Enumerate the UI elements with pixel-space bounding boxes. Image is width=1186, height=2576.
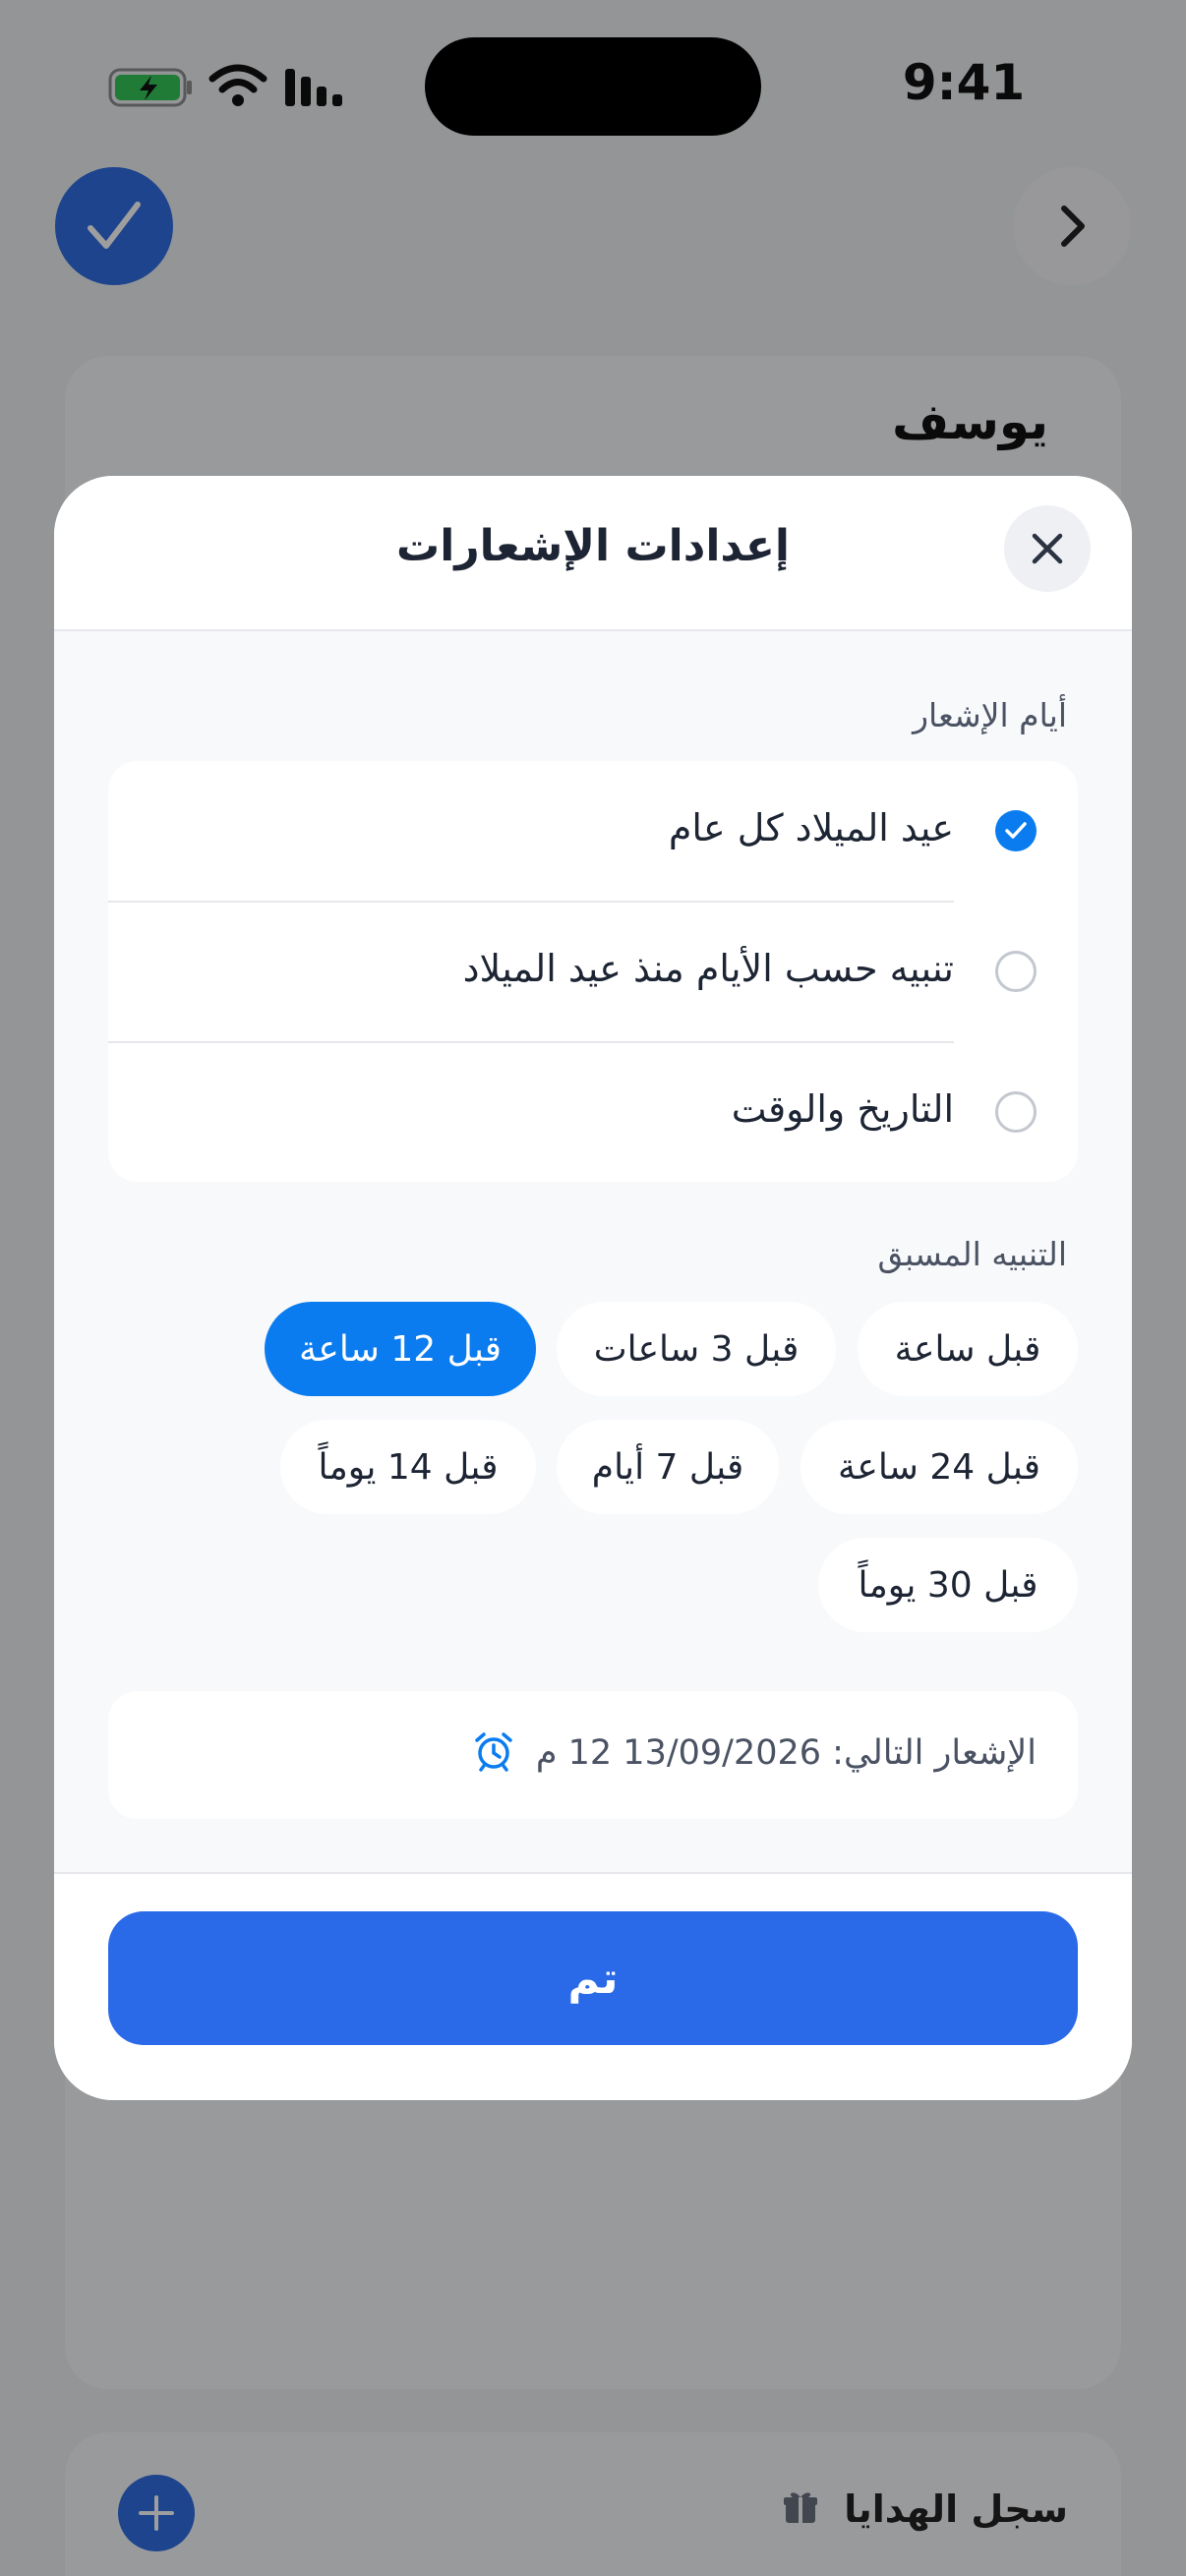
chip-14-days[interactable]: قبل 14 يوماً (280, 1420, 536, 1514)
sheet-footer: تم (54, 1872, 1132, 2100)
close-icon (1032, 533, 1063, 564)
option-date-time[interactable]: التاريخ والوقت (108, 1042, 1078, 1182)
chip-7-days[interactable]: قبل 7 أيام (557, 1420, 779, 1514)
option-days-since-birthday[interactable]: تنبيه حسب الأيام منذ عيد الميلاد (108, 902, 1078, 1041)
radio-unchecked[interactable] (995, 1091, 1037, 1133)
sheet-title: إعدادات الإشعارات (396, 521, 790, 571)
sheet-header: إعدادات الإشعارات (54, 476, 1132, 631)
option-label: التاريخ والوقت (731, 1087, 954, 1131)
notification-settings-sheet: إعدادات الإشعارات أيام الإشعار عيد الميل… (54, 476, 1132, 2100)
next-notification-text: الإشعار التالي: 13/09/2026 12 م (535, 1733, 1037, 1773)
option-label: تنبيه حسب الأيام منذ عيد الميلاد (462, 947, 954, 990)
advance-alert-label: التنبيه المسبق (877, 1235, 1067, 1273)
next-notification-card: الإشعار التالي: 13/09/2026 12 م (108, 1691, 1078, 1819)
option-birthday-yearly[interactable]: عيد الميلاد كل عام (108, 761, 1078, 901)
option-label: عيد الميلاد كل عام (668, 806, 954, 849)
close-button[interactable] (1004, 505, 1091, 592)
chip-1-hour[interactable]: قبل ساعة (858, 1302, 1078, 1396)
done-button[interactable]: تم (108, 1911, 1078, 2045)
notification-days-options: عيد الميلاد كل عام تنبيه حسب الأيام منذ … (108, 761, 1078, 1182)
alarm-clock-icon (473, 1730, 514, 1776)
chip-3-hours[interactable]: قبل 3 ساعات (557, 1302, 836, 1396)
chip-12-hours[interactable]: قبل 12 ساعة (265, 1302, 536, 1396)
chip-24-hours[interactable]: قبل 24 ساعة (801, 1420, 1078, 1514)
radio-checked[interactable] (995, 810, 1037, 851)
notification-days-label: أيام الإشعار (913, 696, 1067, 734)
chip-30-days[interactable]: قبل 30 يوماً (818, 1538, 1078, 1632)
check-icon (1005, 822, 1027, 839)
radio-unchecked[interactable] (995, 951, 1037, 992)
